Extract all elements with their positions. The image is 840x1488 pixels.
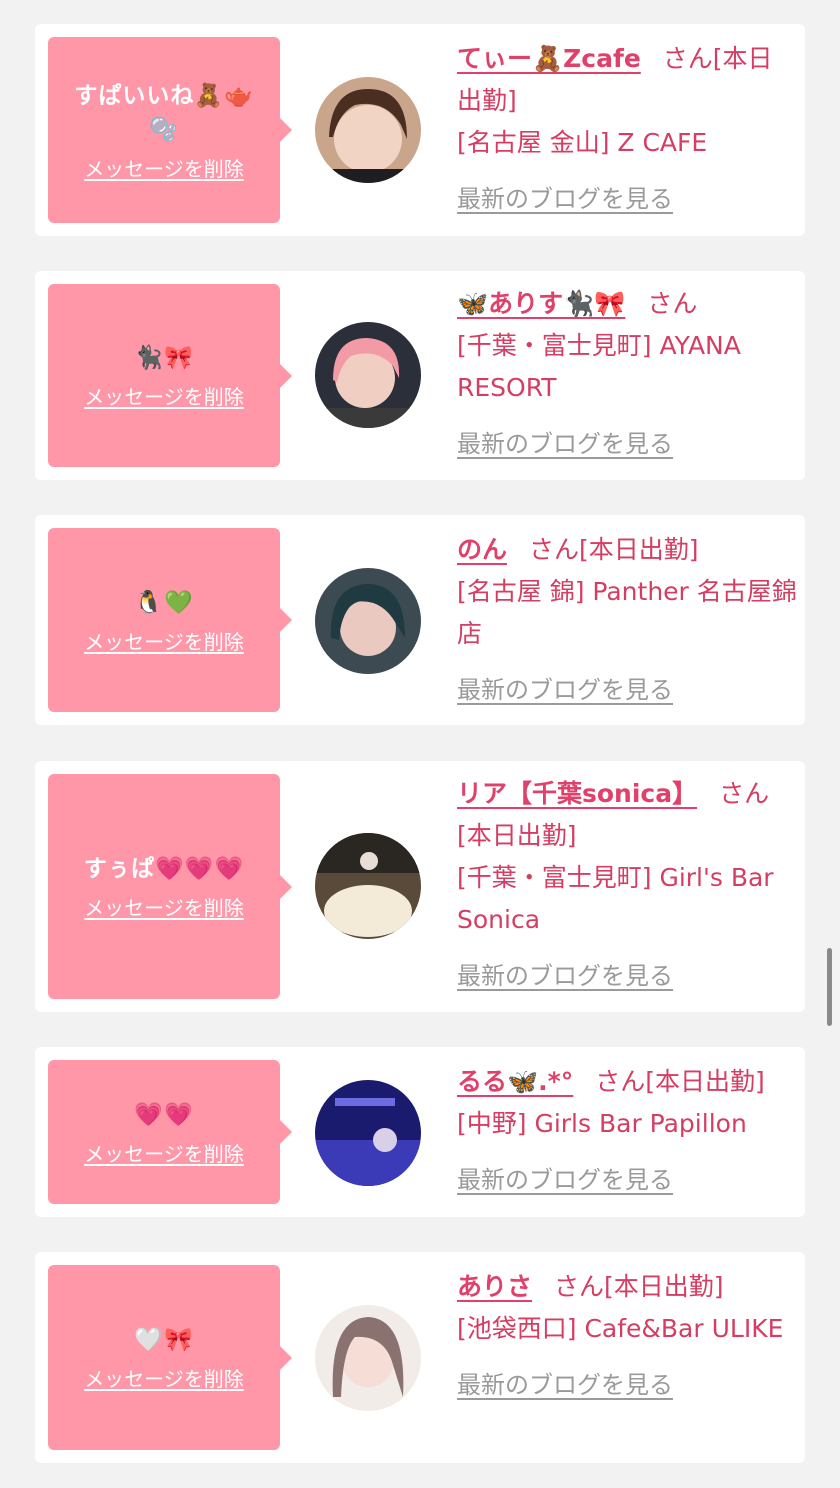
cast-info: てぃー🧸Zcafe さん[本日出勤] [名古屋 金山] Z CAFE 最新のブログ… [457,38,797,220]
latest-blog-link[interactable]: 最新のブログを見る [457,423,673,465]
message-bubble: 💗💗 メッセージを削除 [48,1060,292,1204]
message-text: 🤍🎀 [134,1327,194,1353]
cast-name-link[interactable]: ありさ [457,1272,532,1301]
avatar[interactable] [315,322,421,428]
attendance-status: [本日出勤] [457,821,577,850]
message-text: すぅぱ💗💗💗 [83,856,245,882]
cast-info: ありさ さん[本日出勤] [池袋西口] Cafe&Bar ULIKE 最新のブログ… [457,1266,797,1406]
cast-name-link[interactable]: 🦋ありす🐈‍⬛🎀 [457,289,625,318]
message-card: すぱいいね🧸🫖🫧 メッセージを削除 てぃー🧸Zcafe さん[本日出勤] [名古屋… [35,24,805,236]
cast-name-link[interactable]: るる🦋.*° [457,1067,573,1096]
message-bubble: 🐧💚 メッセージを削除 [48,528,292,712]
avatar[interactable] [315,833,421,939]
avatar[interactable] [315,1305,421,1411]
attendance-status: [本日出勤] [579,535,699,564]
message-card: 💗💗 メッセージを削除 るる🦋.*° さん[本日出勤] [中野] Girls Ba… [35,1047,805,1217]
cast-info: 🦋ありす🐈‍⬛🎀 さん [千葉・富士見町] AYANA RESORT 最新のブログ… [457,283,797,465]
message-card: 🤍🎀 メッセージを削除 ありさ さん[本日出勤] [池袋西口] Cafe&Bar … [35,1252,805,1463]
cast-name-link[interactable]: てぃー🧸Zcafe [457,44,641,73]
honorific: さん [554,1272,605,1301]
latest-blog-link[interactable]: 最新のブログを見る [457,1159,673,1201]
message-text: 🐧💚 [134,589,194,616]
avatar[interactable] [315,568,421,674]
cast-name-link[interactable]: リア【千葉sonica】 [457,779,697,808]
attendance-status: [本日出勤] [645,1067,765,1096]
delete-message-link[interactable]: メッセージを削除 [84,153,244,182]
delete-message-link[interactable]: メッセージを削除 [84,1363,244,1392]
honorific: さん [662,44,713,73]
honorific: さん [529,535,580,564]
cast-info: のん さん[本日出勤] [名古屋 錦] Panther 名古屋錦店 最新のブログを… [457,529,797,711]
delete-message-link[interactable]: メッセージを削除 [84,1138,244,1167]
latest-blog-link[interactable]: 最新のブログを見る [457,1364,673,1406]
message-card: 🐧💚 メッセージを削除 のん さん[本日出勤] [名古屋 錦] Panther 名… [35,515,805,725]
message-bubble: 🐈‍⬛🎀 メッセージを削除 [48,284,292,467]
honorific: さん [595,1067,646,1096]
message-card: 🐈‍⬛🎀 メッセージを削除 🦋ありす🐈‍⬛🎀 さん [千葉・富士見町] AYANA… [35,271,805,480]
avatar[interactable] [315,77,421,183]
message-bubble: すぱいいね🧸🫖🫧 メッセージを削除 [48,37,292,223]
honorific: さん [647,289,698,318]
message-list: すぱいいね🧸🫖🫧 メッセージを削除 てぃー🧸Zcafe さん[本日出勤] [名古屋… [0,0,840,1488]
avatar[interactable] [315,1080,421,1186]
shop-info: [池袋西口] Cafe&Bar ULIKE [457,1314,784,1343]
shop-info: [名古屋 錦] Panther 名古屋錦店 [457,577,797,648]
shop-info: [千葉・富士見町] AYANA RESORT [457,331,741,402]
shop-info: [千葉・富士見町] Girl's Bar Sonica [457,863,774,934]
message-bubble: すぅぱ💗💗💗 メッセージを削除 [48,774,292,999]
cast-info: るる🦋.*° さん[本日出勤] [中野] Girls Bar Papillon 最… [457,1061,797,1201]
message-text: 🐈‍⬛🎀 [134,345,194,371]
delete-message-link[interactable]: メッセージを削除 [84,892,244,921]
message-text: 💗💗 [134,1101,194,1128]
latest-blog-link[interactable]: 最新のブログを見る [457,955,673,997]
scrollbar[interactable] [827,948,832,1026]
message-text: すぱいいね🧸🫖🫧 [74,82,254,143]
message-card: すぅぱ💗💗💗 メッセージを削除 リア【千葉sonica】 さん [本日出勤] [千… [35,761,805,1012]
delete-message-link[interactable]: メッセージを削除 [84,381,244,410]
shop-info: [名古屋 金山] Z CAFE [457,128,708,157]
attendance-status: [本日出勤] [604,1272,724,1301]
cast-name-link[interactable]: のん [457,535,507,564]
message-bubble: 🤍🎀 メッセージを削除 [48,1265,292,1450]
latest-blog-link[interactable]: 最新のブログを見る [457,178,673,220]
honorific: さん [719,779,770,808]
latest-blog-link[interactable]: 最新のブログを見る [457,669,673,711]
delete-message-link[interactable]: メッセージを削除 [84,626,244,655]
shop-info: [中野] Girls Bar Papillon [457,1109,747,1138]
cast-info: リア【千葉sonica】 さん [本日出勤] [千葉・富士見町] Girl's B… [457,773,797,997]
